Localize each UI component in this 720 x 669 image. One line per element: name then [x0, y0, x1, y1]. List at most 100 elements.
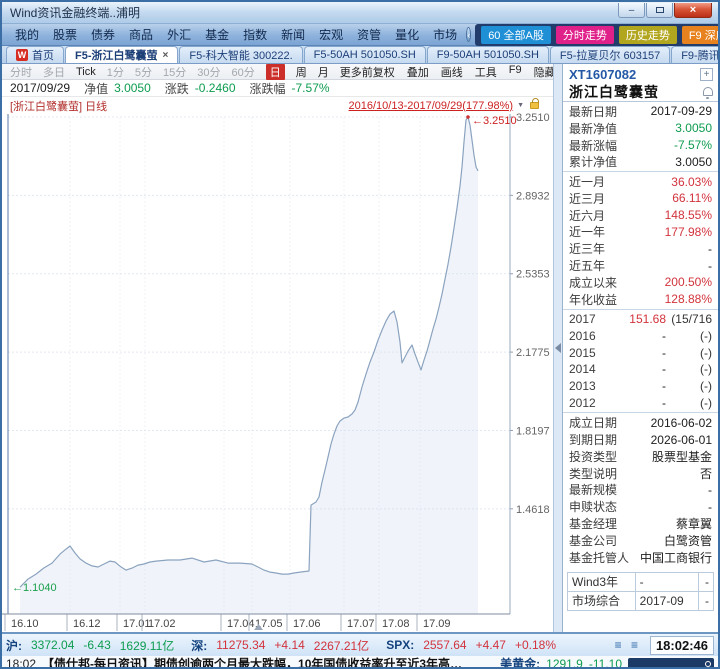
- pct-label: 涨跌幅: [250, 80, 286, 97]
- menu-item[interactable]: 新闻: [274, 26, 312, 43]
- search-input[interactable]: [628, 658, 714, 669]
- tab-label: F5-科大智能 300222.: [189, 47, 292, 63]
- x-axis-label: 17.04: [227, 618, 255, 630]
- panel-row: 近六月148.55%: [563, 207, 718, 224]
- period-button[interactable]: 5分: [135, 64, 152, 80]
- panel-row: 成立日期2016-06-02: [563, 414, 718, 431]
- tab[interactable]: F5-50AH 501050.SH: [304, 46, 426, 63]
- panel-row: 2016-(-): [563, 327, 718, 344]
- pane-splitter[interactable]: [553, 64, 563, 632]
- panel-row: 类型说明否: [563, 465, 718, 482]
- quick-buttons-panel: 60 全部A股分时走势历史走势F9 深度资料 ▼: [475, 24, 720, 46]
- chart-annotation: ←1.1040: [12, 582, 57, 594]
- panel-rank: (-): [666, 396, 712, 410]
- panel-row: 近一年177.98%: [563, 224, 718, 241]
- menu-item[interactable]: 商品: [122, 26, 160, 43]
- x-axis-label: 17.09: [423, 618, 451, 630]
- period-button[interactable]: 更多: [340, 64, 362, 80]
- quick-button[interactable]: 分时走势: [556, 26, 614, 44]
- x-axis-label: 17.06: [293, 618, 321, 630]
- wind-table-cell: 2017-09: [635, 591, 698, 610]
- maximize-button[interactable]: [646, 3, 673, 18]
- list-icon[interactable]: ≡: [631, 638, 641, 652]
- clock: 18:02:46: [650, 636, 714, 655]
- toolbar-button[interactable]: F9: [509, 64, 522, 80]
- wind-table-cell: -: [698, 591, 713, 610]
- panel-value: 200.50%: [665, 275, 712, 289]
- panel-value: -: [708, 483, 712, 497]
- gold-price: 1291.9: [546, 657, 583, 669]
- add-watch-button[interactable]: +: [700, 68, 713, 81]
- quick-button[interactable]: 60 全部A股: [481, 26, 551, 44]
- toolbar-button[interactable]: 前复权: [362, 64, 395, 80]
- tab[interactable]: F5-拉夏贝尔 603157: [550, 46, 670, 63]
- menu-item[interactable]: 市场: [426, 26, 464, 43]
- panel-value: 148.55%: [665, 208, 712, 222]
- period-button[interactable]: 多日: [43, 64, 65, 80]
- period-button[interactable]: 周: [296, 64, 307, 80]
- close-tab-icon[interactable]: ×: [163, 50, 169, 61]
- close-button[interactable]: ×: [674, 3, 712, 18]
- wind-table-cell: 市场综合: [568, 591, 636, 610]
- range-dropdown-icon[interactable]: ▼: [517, 102, 524, 109]
- quote-date: 2017/09/29: [10, 81, 70, 95]
- collapse-handle-icon[interactable]: ‹: [466, 27, 471, 42]
- menu-item[interactable]: 外汇: [160, 26, 198, 43]
- status-menu-icons[interactable]: ≡ ≡: [615, 638, 641, 652]
- sz-change: +4.14: [274, 638, 304, 652]
- panel-label: 2017: [569, 312, 596, 326]
- tab[interactable]: F9-腾讯控股 0700.HK: [671, 46, 720, 63]
- wind-logo-icon: W: [16, 49, 28, 61]
- nav-value: 3.0050: [114, 81, 151, 95]
- tab[interactable]: F5-科大智能 300222.: [179, 46, 302, 63]
- quick-button[interactable]: F9 深度资料: [682, 26, 720, 44]
- menu-item[interactable]: 宏观: [312, 26, 350, 43]
- period-button[interactable]: 日: [266, 64, 285, 80]
- period-button[interactable]: 月: [318, 64, 329, 80]
- alert-bell-icon[interactable]: [703, 87, 713, 96]
- tab-home[interactable]: W 首页: [6, 46, 64, 63]
- menu-item[interactable]: 资管: [350, 26, 388, 43]
- lock-icon[interactable]: [530, 102, 539, 109]
- menu-item[interactable]: 债券: [84, 26, 122, 43]
- collapse-panel-icon[interactable]: [555, 343, 561, 353]
- chart-range-selector[interactable]: 2016/10/13-2017/09/29(177.98%): [349, 100, 514, 112]
- panel-label: 基金托管人: [569, 549, 629, 566]
- news-headline[interactable]: 【债仕邦-每日资讯】期债创逾两个月最大跌幅，10年国债收益率升至近3年高点...: [42, 655, 472, 669]
- period-button[interactable]: 30分: [197, 64, 220, 80]
- period-button[interactable]: 1分: [107, 64, 124, 80]
- panel-value: 36.03%: [671, 175, 712, 189]
- period-button[interactable]: 60分: [232, 64, 255, 80]
- sh-index: 3372.04: [31, 638, 74, 652]
- y-axis-label: 1.8197: [516, 425, 550, 437]
- wind-terminal-window: Wind资讯金融终端..浦明 – × 我的股票债券商品外汇基金指数新闻宏观资管量…: [0, 0, 720, 669]
- window-controls: – ×: [617, 3, 712, 18]
- x-axis-label: 17.07: [347, 618, 375, 630]
- toolbar-button[interactable]: 工具: [475, 64, 497, 80]
- period-button[interactable]: 15分: [163, 64, 186, 80]
- toolbar-button[interactable]: 叠加: [407, 64, 429, 80]
- list-icon[interactable]: ≡: [615, 638, 625, 652]
- panel-row: 2013-(-): [563, 378, 718, 395]
- quick-button[interactable]: 历史走势: [619, 26, 677, 44]
- tab[interactable]: F9-50AH 501050.SH: [427, 46, 549, 63]
- period-button[interactable]: 分时: [10, 64, 32, 80]
- panel-value: -: [708, 242, 712, 256]
- minimize-button[interactable]: –: [618, 3, 645, 18]
- panel-value: 2026-06-01: [651, 433, 712, 447]
- menu-item[interactable]: 基金: [198, 26, 236, 43]
- nav-line-chart[interactable]: 16.1016.1217.0117.0217.0417.0517.0617.07…: [2, 114, 553, 632]
- menu-item[interactable]: 量化: [388, 26, 426, 43]
- menu-item[interactable]: 我的: [8, 26, 46, 43]
- menu-item[interactable]: 指数: [236, 26, 274, 43]
- tab[interactable]: F5-浙江白鹭囊萤×: [65, 46, 178, 63]
- panel-value: 3.0050: [675, 155, 712, 169]
- panel-value: -: [708, 500, 712, 514]
- period-button[interactable]: Tick: [76, 66, 96, 78]
- menu-item[interactable]: 股票: [46, 26, 84, 43]
- panel-label: 2013: [569, 379, 596, 393]
- toolbar-button[interactable]: 画线: [441, 64, 463, 80]
- y-axis-label: 1.4618: [516, 504, 550, 516]
- panel-value: -7.57%: [674, 138, 712, 152]
- panel-row: 年化收益128.88%: [563, 291, 718, 308]
